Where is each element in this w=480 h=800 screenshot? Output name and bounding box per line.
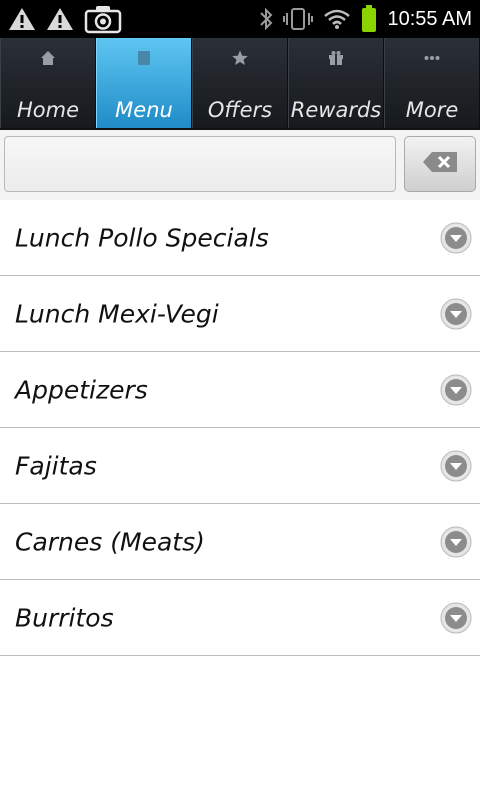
expand-icon[interactable] xyxy=(440,526,472,558)
expand-icon[interactable] xyxy=(440,450,472,482)
tab-menu[interactable]: Menu xyxy=(96,38,192,128)
tab-more[interactable]: More xyxy=(384,38,480,128)
menu-category-list: Lunch Pollo Specials Lunch Mexi-Vegi App… xyxy=(0,200,480,656)
search-bar xyxy=(0,130,480,200)
home-icon xyxy=(40,48,56,68)
clear-search-button[interactable] xyxy=(404,136,476,192)
tab-label: Offers xyxy=(207,98,273,122)
tab-rewards[interactable]: Rewards xyxy=(288,38,384,128)
list-item[interactable]: Carnes (Meats) xyxy=(0,504,480,580)
expand-icon[interactable] xyxy=(440,222,472,254)
bluetooth-icon xyxy=(259,7,273,31)
list-item[interactable]: Lunch Mexi-Vegi xyxy=(0,276,480,352)
star-icon xyxy=(232,48,248,68)
tab-home[interactable]: Home xyxy=(0,38,96,128)
tab-label: Home xyxy=(16,98,79,122)
warning-icon xyxy=(46,6,74,32)
category-label: Lunch Pollo Specials xyxy=(15,223,269,252)
backspace-icon xyxy=(422,151,458,177)
tab-label: Menu xyxy=(115,98,173,122)
category-label: Fajitas xyxy=(15,451,97,480)
camera-icon xyxy=(84,4,122,34)
list-item[interactable]: Fajitas xyxy=(0,428,480,504)
expand-icon[interactable] xyxy=(440,298,472,330)
vibrate-icon xyxy=(283,7,314,31)
search-input[interactable] xyxy=(4,136,396,192)
menu-icon xyxy=(137,48,151,68)
wifi-icon xyxy=(323,8,351,30)
expand-icon[interactable] xyxy=(440,374,472,406)
notification-icons xyxy=(8,4,122,34)
tab-bar: Home Menu Offers Rewards More xyxy=(0,38,480,130)
category-label: Carnes (Meats) xyxy=(15,527,205,556)
expand-icon[interactable] xyxy=(440,602,472,634)
warning-icon xyxy=(8,6,36,32)
more-icon xyxy=(424,48,440,68)
category-label: Burritos xyxy=(15,603,114,632)
category-label: Lunch Mexi-Vegi xyxy=(15,299,219,328)
gift-icon xyxy=(328,48,344,68)
system-icons: 10:55 AM xyxy=(259,5,472,33)
battery-icon xyxy=(361,5,377,33)
list-item[interactable]: Appetizers xyxy=(0,352,480,428)
list-item[interactable]: Lunch Pollo Specials xyxy=(0,200,480,276)
tab-offers[interactable]: Offers xyxy=(192,38,288,128)
tab-label: More xyxy=(405,98,459,122)
tab-label: Rewards xyxy=(290,98,382,122)
category-label: Appetizers xyxy=(15,375,148,404)
status-bar: 10:55 AM xyxy=(0,0,480,38)
list-item[interactable]: Burritos xyxy=(0,580,480,656)
clock: 10:55 AM xyxy=(387,7,472,30)
